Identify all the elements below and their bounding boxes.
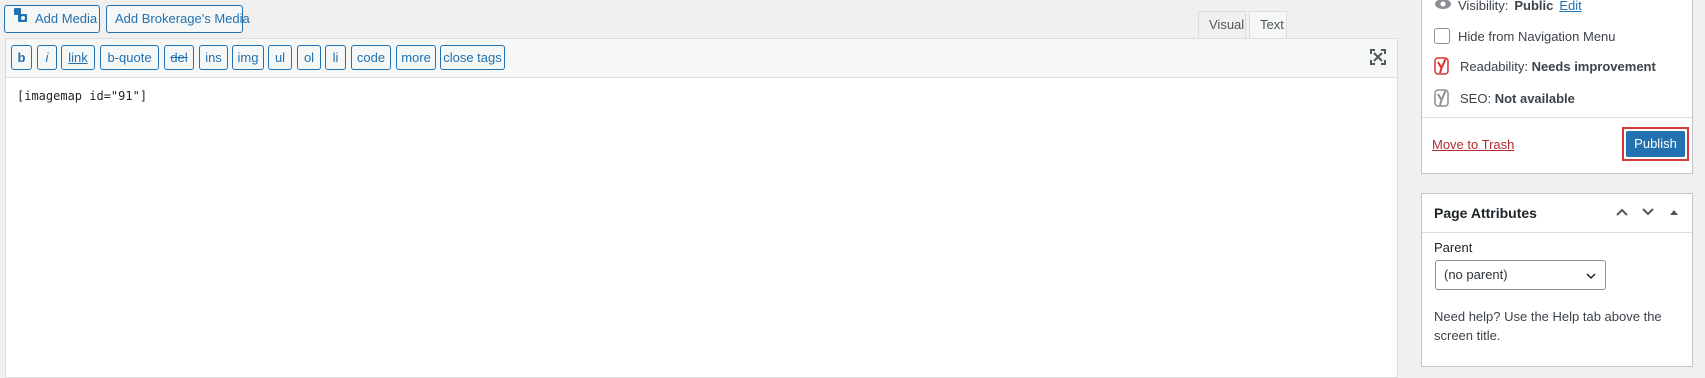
visibility-value: Public (1514, 0, 1554, 13)
qt-ul-button[interactable]: ul (268, 45, 292, 70)
add-brokerage-media-label: Add Brokerage's Media (115, 11, 250, 26)
qt-more-button[interactable]: more (396, 45, 436, 70)
tab-text-label: Text (1260, 17, 1284, 32)
media-icon (13, 6, 29, 32)
qt-link-button[interactable]: link (61, 45, 95, 70)
editor-content: [imagemap id="91"] (17, 89, 148, 103)
seo-label: SEO: (1460, 90, 1492, 106)
tab-visual[interactable]: Visual (1198, 11, 1246, 38)
yoast-readability-icon (1434, 57, 1452, 75)
collapse-icon[interactable] (1666, 204, 1682, 223)
qt-img-button[interactable]: img (232, 45, 264, 70)
add-media-button[interactable]: Add Media (4, 5, 100, 33)
visibility-label: Visibility: (1458, 0, 1509, 13)
qt-ol-button[interactable]: ol (297, 45, 321, 70)
readability-label: Readability: (1460, 58, 1528, 74)
move-to-trash-link[interactable]: Move to Trash (1432, 137, 1514, 152)
move-down-icon[interactable] (1640, 204, 1656, 223)
text-editor[interactable]: b i link b-quote del ins img ul ol li co… (5, 38, 1398, 378)
qt-blockquote-button[interactable]: b-quote (100, 45, 159, 70)
publish-label: Publish (1626, 131, 1685, 157)
parent-select[interactable]: (no parent) (1435, 260, 1606, 290)
visibility-edit-link[interactable]: Edit (1559, 0, 1581, 13)
add-brokerage-media-button[interactable]: Add Brokerage's Media (106, 5, 250, 33)
divider (1422, 117, 1692, 118)
seo-value: Not available (1494, 90, 1575, 106)
qt-code-button[interactable]: code (351, 45, 391, 70)
page-attributes-box: Page Attributes Parent (no parent) Need … (1421, 193, 1693, 367)
parent-label: Parent (1434, 240, 1473, 255)
divider (1422, 232, 1692, 233)
yoast-seo-icon (1434, 89, 1452, 107)
move-up-icon[interactable] (1614, 204, 1630, 223)
qt-bold-button[interactable]: b (11, 45, 32, 70)
tab-visual-label: Visual (1209, 17, 1245, 32)
fullscreen-icon[interactable] (1369, 48, 1387, 66)
qt-li-button[interactable]: li (325, 45, 346, 70)
page-attributes-title: Page Attributes (1434, 205, 1537, 221)
publish-button[interactable]: Publish (1622, 127, 1689, 161)
qt-ins-button[interactable]: ins (199, 45, 228, 70)
qt-del-button[interactable]: del (164, 45, 194, 70)
quicktags-toolbar: b i link b-quote del ins img ul ol li co… (6, 39, 1397, 78)
add-media-label: Add Media (35, 11, 98, 26)
hide-nav-checkbox[interactable] (1434, 28, 1450, 44)
help-text: Need help? Use the Help tab above the sc… (1434, 309, 1662, 343)
qt-close-tags-button[interactable]: close tags (440, 45, 505, 70)
eye-icon (1434, 0, 1452, 13)
qt-italic-button[interactable]: i (37, 45, 57, 70)
hide-nav-label: Hide from Navigation Menu (1458, 28, 1616, 44)
chevron-down-icon (1586, 273, 1596, 280)
readability-value: Needs improvement (1531, 58, 1656, 74)
parent-select-value: (no parent) (1444, 267, 1508, 282)
tab-text[interactable]: Text (1249, 11, 1287, 38)
